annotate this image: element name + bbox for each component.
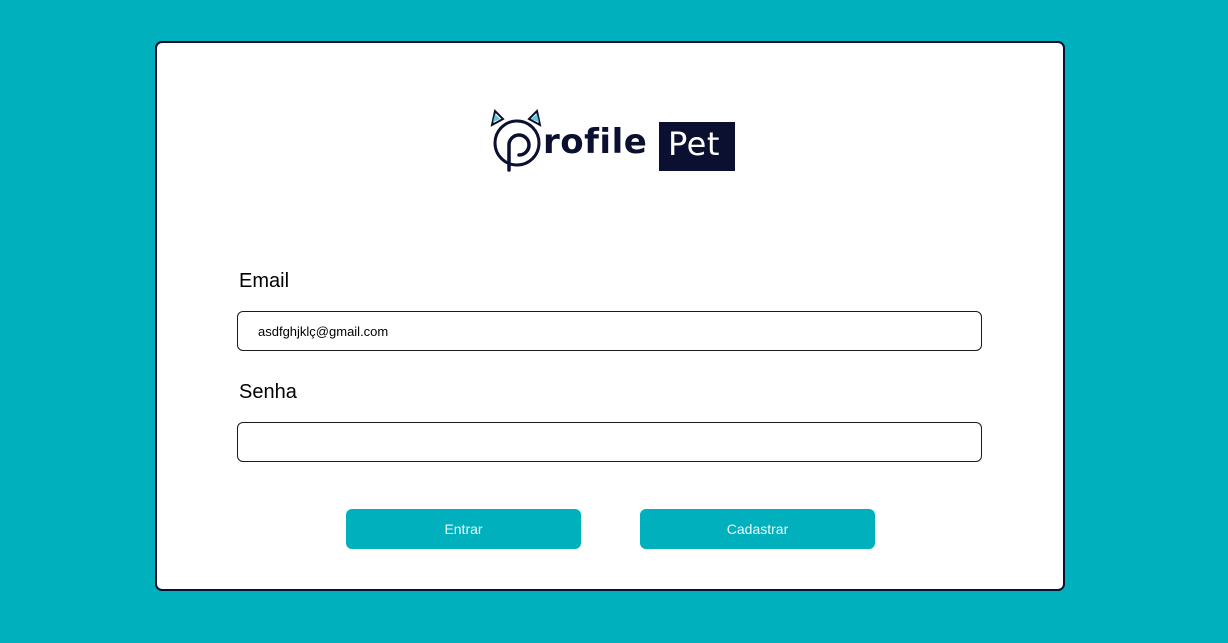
email-label: Email xyxy=(239,270,290,292)
password-label: Senha xyxy=(239,381,297,403)
password-field[interactable] xyxy=(237,422,982,462)
logo-pet-box: Pet xyxy=(659,122,735,171)
profile-pet-logo: rofile Pet xyxy=(489,105,737,175)
logo-word: rofile xyxy=(543,122,648,162)
login-card: rofile Pet Email Senha Entrar Cadastrar xyxy=(155,41,1065,591)
email-field[interactable] xyxy=(237,311,982,351)
logo-pet-text: Pet xyxy=(668,125,720,163)
login-button[interactable]: Entrar xyxy=(346,509,581,549)
paw-p-icon xyxy=(490,108,542,172)
register-button[interactable]: Cadastrar xyxy=(640,509,875,549)
